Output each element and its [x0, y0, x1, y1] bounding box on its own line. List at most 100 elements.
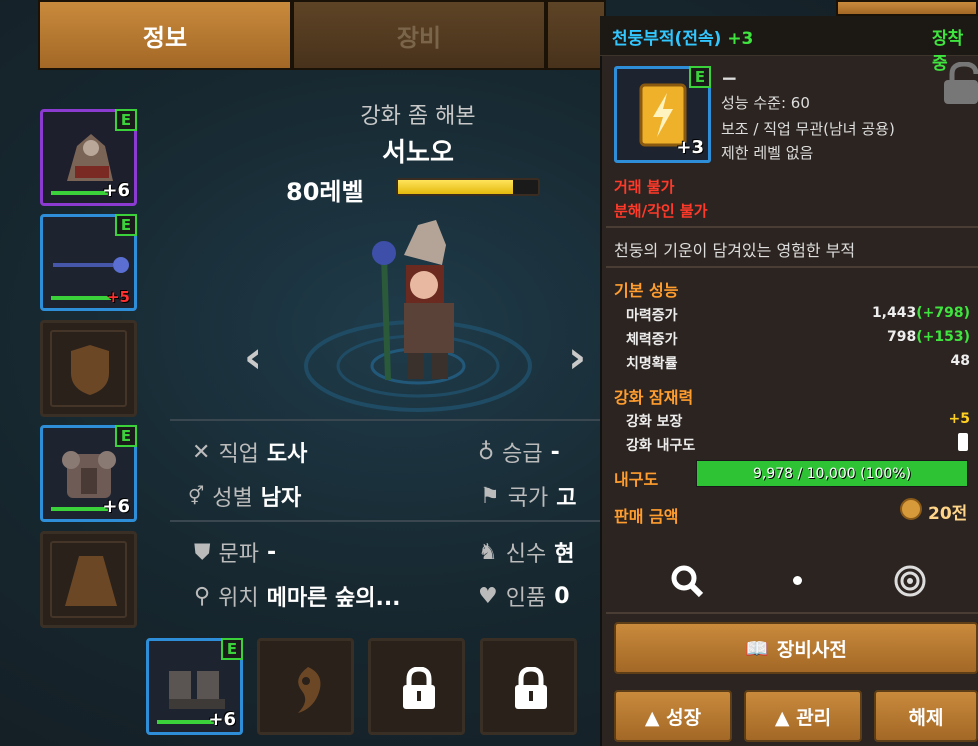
- info-gender: ⚥ 성별 남자: [188, 480, 301, 512]
- info-location-label: 위치: [218, 586, 259, 611]
- info-popularity: ♥ 인품 0: [478, 580, 570, 612]
- page-dot: [793, 576, 802, 585]
- experience-bar: [396, 178, 540, 196]
- character-level: 80레벨: [286, 178, 364, 206]
- stat-value: 798(+153): [887, 329, 970, 345]
- flag-icon: ⚑: [480, 483, 500, 509]
- enhance-level: +6: [102, 496, 130, 517]
- info-job: ✕ 직업 도사: [192, 436, 307, 468]
- item-description: 천둥의 기운이 담겨있는 영험한 부적: [614, 241, 856, 260]
- equip-slot-shield[interactable]: [40, 320, 137, 417]
- heart-icon: ♥: [478, 583, 498, 609]
- lock-icon: [403, 667, 435, 709]
- tab-third[interactable]: [546, 0, 606, 70]
- equipped-badge: E: [115, 109, 137, 131]
- equipped-badge: E: [689, 66, 711, 88]
- durability-bar: 9,978 / 10,000 (100%): [696, 460, 968, 487]
- equip-slot-locked-2[interactable]: [480, 638, 577, 735]
- equipped-badge: E: [115, 425, 137, 447]
- durability-bar: [51, 296, 111, 300]
- info-nation-value: 고: [556, 486, 577, 511]
- padlock-icon[interactable]: [944, 62, 978, 104]
- tab-right-strip: [836, 0, 978, 16]
- price-label: 판매 금액: [614, 507, 679, 526]
- info-nation-label: 국가: [507, 486, 549, 511]
- durability-label: 내구도: [614, 470, 659, 489]
- info-guardian-label: 신수: [505, 542, 547, 567]
- gender-icon: ⚥: [188, 485, 205, 507]
- info-guardian-value: 현: [554, 542, 575, 567]
- guarantee-label: 강화 보장: [626, 414, 683, 430]
- item-enhance: +3: [727, 29, 754, 49]
- experience-fill: [398, 180, 513, 194]
- tab-equipment-label: 장비: [396, 23, 442, 52]
- enhance-level: +6: [208, 709, 236, 730]
- info-rank: ♁ 승급 -: [478, 436, 560, 468]
- info-divider-top: [170, 419, 600, 421]
- grow-button[interactable]: ▲ 성장: [614, 690, 732, 742]
- info-gender-value: 남자: [260, 486, 302, 511]
- equipment-dictionary-button[interactable]: 📖 장비사전: [614, 622, 978, 674]
- unequip-button[interactable]: 해제: [874, 690, 978, 742]
- stat-value: 1,443(+798): [871, 305, 970, 321]
- spiral-icon[interactable]: [893, 564, 927, 598]
- item-name-text: 천둥부적(전속): [612, 29, 722, 49]
- tooltip-divider-3: [606, 612, 978, 614]
- stat-name: 마력증가: [626, 308, 678, 324]
- item-icon-enhance: +3: [676, 137, 704, 158]
- item-level-limit: 제한 레벨 없음: [721, 144, 814, 162]
- info-guardian: ♞ 신수 현: [478, 536, 574, 568]
- base-stats-header: 기본 성능: [614, 281, 679, 300]
- guild-shield-icon: ⛊: [194, 539, 211, 565]
- character-sprite: [372, 220, 454, 381]
- info-divider-mid: [170, 520, 600, 522]
- price-value: 20전: [928, 504, 968, 524]
- character-title: 강화 좀 해본: [360, 104, 476, 129]
- item-level-req: 성능 수준: 60: [721, 94, 810, 112]
- tab-equipment[interactable]: 장비: [292, 0, 546, 70]
- equip-slot-locked-1[interactable]: [368, 638, 465, 735]
- book-icon: 📖: [745, 637, 769, 660]
- stat-name: 치명확률: [626, 356, 678, 372]
- yin-icon: [298, 667, 321, 713]
- item-type: 보조 / 직업 무관(남녀 공용): [721, 120, 895, 138]
- info-rank-label: 승급: [502, 442, 543, 467]
- guardian-beast-icon: ♞: [478, 539, 498, 565]
- info-location: ⚲ 위치 메마른 숲의...: [194, 580, 401, 612]
- info-guild: ⛊ 문파 -: [194, 536, 276, 568]
- item-icon-frame: E +3: [614, 66, 711, 163]
- equip-slot-helmet[interactable]: E +6: [40, 109, 137, 206]
- item-dash: −: [721, 66, 738, 90]
- info-popularity-label: 인품: [505, 586, 547, 611]
- info-rank-value: -: [550, 439, 560, 465]
- equipped-badge: E: [115, 214, 137, 236]
- shield-icon: [71, 345, 109, 395]
- equip-slot-cape[interactable]: [40, 531, 137, 628]
- equip-slot-accessory[interactable]: [257, 638, 354, 735]
- prev-character-arrow[interactable]: ‹: [244, 332, 262, 383]
- item-no-trade: 거래 불가: [614, 178, 675, 196]
- next-character-arrow[interactable]: ›: [568, 332, 586, 383]
- enhance-durability-gauge: [958, 433, 968, 451]
- crossed-swords-icon: ✕: [192, 439, 211, 465]
- equip-slot-boots[interactable]: E +6: [146, 638, 243, 735]
- info-gender-label: 성별: [212, 486, 253, 511]
- equipped-badge: E: [221, 638, 243, 660]
- tab-info-label: 정보: [142, 23, 188, 52]
- tab-info[interactable]: 정보: [38, 0, 292, 70]
- equip-slot-weapon[interactable]: E +5: [40, 214, 137, 311]
- potential-header: 강화 잠재력: [614, 388, 694, 407]
- magnifier-icon[interactable]: [670, 564, 704, 598]
- info-nation: ⚑ 국가 고: [480, 480, 576, 512]
- coin-icon: [900, 498, 922, 520]
- equip-slot-armor[interactable]: E +6: [40, 425, 137, 522]
- equipment-dictionary-label: 장비사전: [776, 638, 847, 661]
- lock-icon: [515, 667, 547, 709]
- info-guild-value: -: [267, 539, 277, 565]
- manage-button[interactable]: ▲ 관리: [744, 690, 862, 742]
- info-location-value: 메마른 숲의...: [266, 586, 401, 611]
- medal-icon: ♁: [478, 439, 495, 465]
- item-no-split: 분해/각인 불가: [614, 202, 708, 220]
- tooltip-divider-2: [606, 266, 978, 268]
- enhance-durability-label: 강화 내구도: [626, 438, 696, 454]
